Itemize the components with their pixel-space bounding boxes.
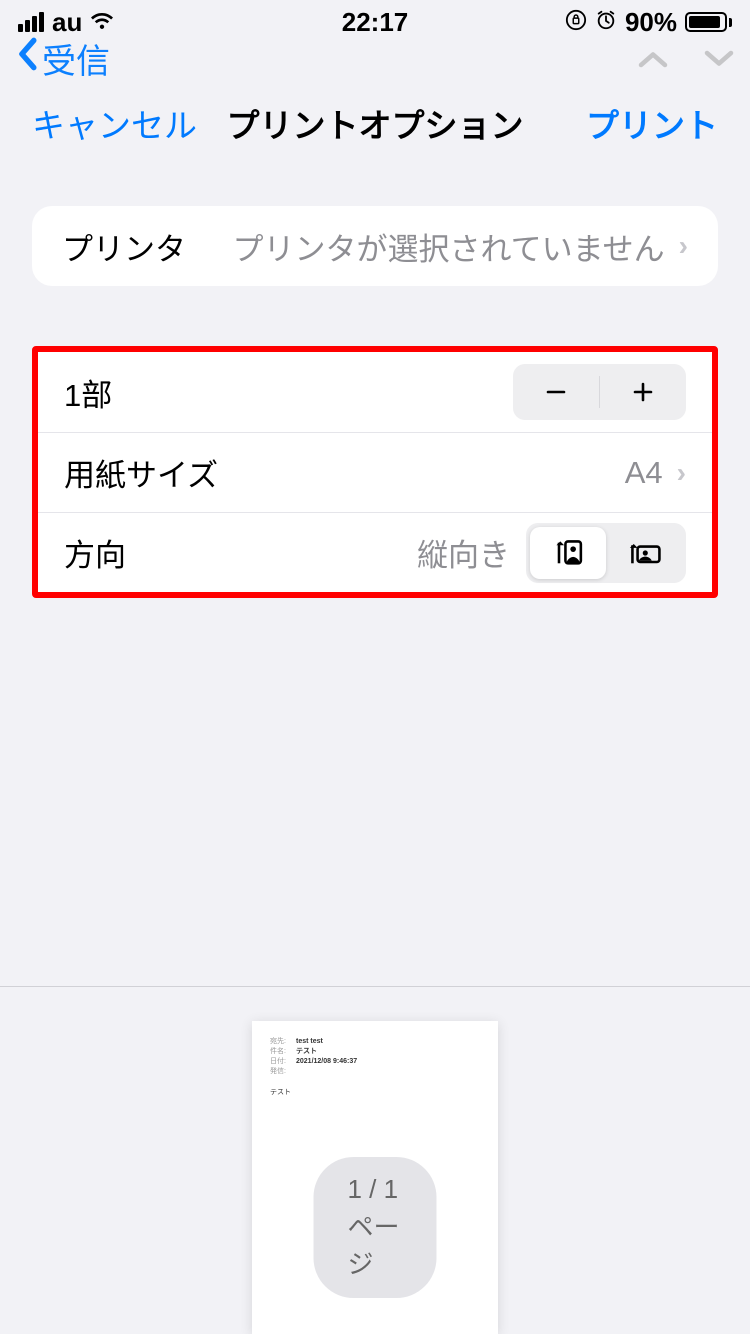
preview-page[interactable]: 宛先:test test 件名:テスト 日付:2021/12/08 9:46:3… [252,1021,498,1334]
paper-size-label: 用紙サイズ [64,450,218,495]
paper-size-row[interactable]: 用紙サイズ A4 › [38,432,712,512]
up-chevron-icon [638,39,668,78]
orientation-value: 縦向き [417,530,510,575]
preview-to-value: test test [296,1037,323,1047]
landscape-button[interactable] [606,527,682,579]
preview-body: テスト [270,1088,480,1098]
status-time: 22:17 [342,7,409,38]
printer-group: プリンタ プリンタが選択されていません › [32,206,718,286]
decrement-button[interactable] [513,364,599,420]
down-chevron-icon [704,39,734,78]
copies-stepper [513,364,686,420]
orientation-label: 方向 [64,530,126,575]
orientation-row: 方向 縦向き [38,512,712,592]
cancel-button[interactable]: キャンセル [32,99,197,147]
back-label: 受信 [42,36,110,80]
orientation-segmented [526,523,686,583]
modal-title: プリントオプション [227,99,524,147]
modal-header: キャンセル プリントオプション プリント [0,76,750,170]
back-chevron-icon [16,37,38,80]
preview-date-value: 2021/12/08 9:46:37 [296,1057,357,1067]
chevron-right-icon: › [679,230,688,262]
printer-value: プリンタが選択されていません [233,224,665,269]
underlying-nav: 受信 [0,36,750,80]
portrait-button[interactable] [530,527,606,579]
printer-row[interactable]: プリンタ プリンタが選択されていません › [32,206,718,286]
carrier-label: au [52,7,82,38]
paper-size-value: A4 [625,455,663,491]
print-button[interactable]: プリント [586,99,718,147]
preview-to-key: 宛先: [270,1037,296,1047]
wifi-icon [90,9,114,35]
preview-subject-key: 件名: [270,1047,296,1057]
preview-subject-value: テスト [296,1047,317,1057]
battery-percent: 90% [625,7,677,38]
print-settings-group: 1部 用紙サイズ A4 › 方向 縦向き [32,346,718,598]
orientation-lock-icon [565,7,587,38]
copies-row: 1部 [38,352,712,432]
signal-icon [18,12,44,32]
copies-label: 1部 [64,370,112,415]
print-options-sheet: キャンセル プリントオプション プリント プリンタ プリンタが選択されていません… [0,76,750,1334]
increment-button[interactable] [600,364,686,420]
printer-label: プリンタ [62,224,186,269]
preview-area: 宛先:test test 件名:テスト 日付:2021/12/08 9:46:3… [0,986,750,1334]
preview-date-key: 日付: [270,1057,296,1067]
battery-icon [685,12,732,32]
preview-from-key: 発信: [270,1067,296,1077]
page-indicator: 1 / 1ページ [314,1157,437,1298]
alarm-icon [595,7,617,38]
chevron-right-icon: › [677,457,686,489]
